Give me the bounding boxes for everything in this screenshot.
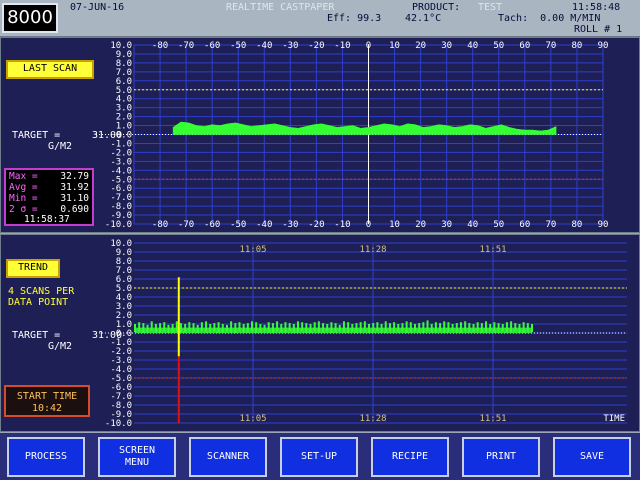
scan-x-tick-bottom: -10 (334, 220, 350, 230)
app-title: REALTIME CASTPAPER (226, 2, 335, 13)
scan-x-tick-bottom: 60 (519, 220, 530, 230)
scan-x-tick-top: 60 (519, 41, 530, 51)
trend-y-tick: -10.0 (105, 419, 132, 429)
trend-time-tick-bottom: 11:51 (479, 414, 506, 424)
scan-x-tick-top: 20 (415, 41, 426, 51)
scan-x-tick-top: -30 (282, 41, 298, 51)
scanner-button[interactable]: SCANNER (189, 437, 267, 477)
scan-x-tick-top: -20 (308, 41, 324, 51)
scan-x-tick-bottom: 70 (545, 220, 556, 230)
scan-x-tick-bottom: 40 (467, 220, 478, 230)
scan-x-tick-top: -70 (178, 41, 194, 51)
header-bar: 8000 07-JUN-16 REALTIME CASTPAPER PRODUC… (0, 0, 640, 37)
scan-x-tick-bottom: -80 (152, 220, 168, 230)
scan-y-tick: -10.0 (105, 220, 132, 230)
scan-x-tick-bottom: 0 (366, 220, 371, 230)
scan-x-tick-bottom: 50 (493, 220, 504, 230)
scan-x-tick-bottom: -40 (256, 220, 272, 230)
trend-x-axis-label: TIME (603, 414, 625, 424)
date-label: 07-JUN-16 (70, 2, 125, 13)
scan-x-tick-top: -60 (204, 41, 220, 51)
app-logo: 8000 (2, 3, 58, 33)
scan-x-tick-bottom: 80 (572, 220, 583, 230)
save-button[interactable]: SAVE (553, 437, 631, 477)
product-label: PRODUCT: (412, 2, 461, 13)
process-button[interactable]: PROCESS (7, 437, 85, 477)
trend-time-tick-top: 11:28 (359, 245, 386, 255)
product-value: TEST (478, 2, 503, 13)
scan-x-tick-top: -80 (152, 41, 168, 51)
scan-x-tick-top: 90 (598, 41, 609, 51)
trend-time-tick-bottom: 11:05 (239, 414, 266, 424)
trend-chart: 10.09.08.07.06.05.04.03.02.01.00.0-1.0-2… (96, 239, 627, 429)
trend-time-tick-top: 11:51 (479, 245, 506, 255)
scan-x-tick-top: 30 (441, 41, 452, 51)
trend-band (135, 327, 532, 333)
trend-time-tick-top: 11:05 (239, 245, 266, 255)
scan-x-tick-top: -40 (256, 41, 272, 51)
trend-time-tick-bottom: 11:28 (359, 414, 386, 424)
function-button-bar: PROCESS SCREEN MENU SCANNER SET-UP RECIP… (0, 433, 640, 480)
tach-speed: Tach: 0.00 M/MIN (498, 13, 601, 24)
scan-x-tick-top: 40 (467, 41, 478, 51)
scan-x-tick-top: 10 (389, 41, 400, 51)
scan-x-tick-bottom: 90 (598, 220, 609, 230)
scan-x-tick-bottom: -60 (204, 220, 220, 230)
scan-x-tick-top: 70 (545, 41, 556, 51)
scan-x-tick-bottom: 10 (389, 220, 400, 230)
scan-x-tick-top: -50 (230, 41, 246, 51)
recipe-button[interactable]: RECIPE (371, 437, 449, 477)
scan-x-tick-bottom: 30 (441, 220, 452, 230)
efficiency: Eff: 99.3 (327, 13, 382, 24)
scan-x-tick-top: -10 (334, 41, 350, 51)
scan-x-tick-bottom: 20 (415, 220, 426, 230)
scan-x-tick-top: 0 (366, 41, 371, 51)
last-scan-chart: 10.09.08.07.06.05.04.03.02.01.00.0-1.0-2… (96, 41, 609, 230)
scan-x-tick-bottom: -70 (178, 220, 194, 230)
screen-menu-button[interactable]: SCREEN MENU (98, 437, 176, 477)
scan-x-tick-bottom: -50 (230, 220, 246, 230)
setup-button[interactable]: SET-UP (280, 437, 358, 477)
roll-number: ROLL # 1 (574, 24, 623, 35)
print-button[interactable]: PRINT (462, 437, 540, 477)
scan-x-tick-top: 50 (493, 41, 504, 51)
scan-x-tick-bottom: -20 (308, 220, 324, 230)
scan-x-tick-bottom: -30 (282, 220, 298, 230)
clock: 11:58:48 (572, 2, 621, 13)
temperature: 42.1°C (405, 13, 442, 24)
scan-x-tick-top: 80 (572, 41, 583, 51)
